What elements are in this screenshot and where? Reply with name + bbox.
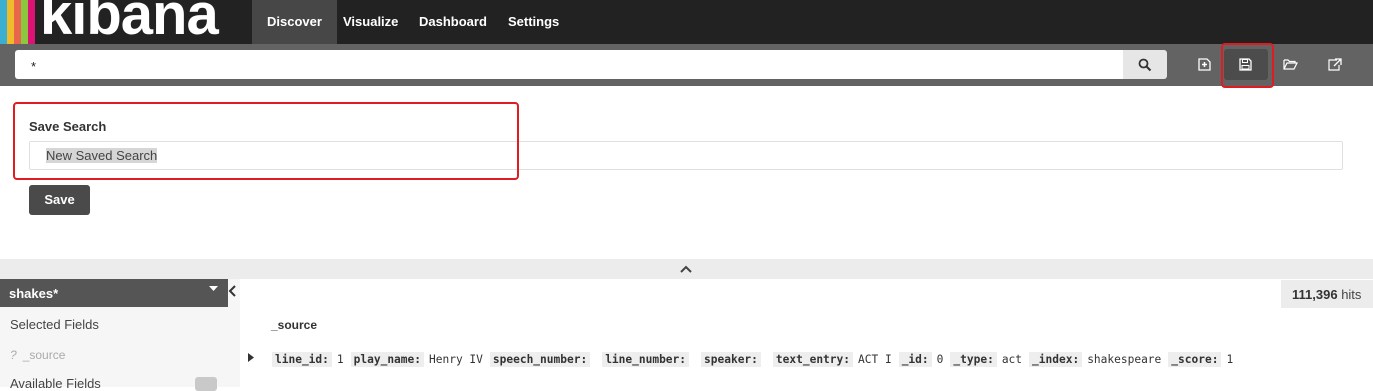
available-fields-heading: Available Fields [10, 376, 101, 391]
source-field-key: _score: [1168, 352, 1222, 367]
source-column-header[interactable]: _source [271, 318, 317, 332]
source-field-value: act [1001, 353, 1023, 366]
field-type-unknown-icon: ? [10, 348, 17, 362]
source-field-key: _index: [1029, 352, 1083, 367]
source-field-value: shakespeare [1087, 353, 1162, 366]
open-search-button[interactable] [1268, 49, 1312, 80]
source-field-pair: _id: 0 [898, 352, 944, 367]
chevron-left-icon[interactable] [228, 285, 238, 297]
chevron-up-icon [680, 265, 692, 273]
new-search-icon [1198, 58, 1211, 71]
source-field-value: ACT I [858, 353, 892, 366]
selected-fields-heading: Selected Fields [10, 317, 99, 332]
source-field-pair: line_id: 1 [272, 352, 344, 367]
index-pattern-label: shakes* [9, 286, 59, 301]
source-field-pair: line_number: [602, 352, 694, 367]
new-search-button[interactable] [1183, 49, 1227, 80]
source-field-pair: _score: 1 [1168, 352, 1234, 367]
hits-label: hits [1341, 287, 1362, 302]
field-name: _source [22, 348, 66, 362]
source-field-key: _type: [950, 352, 997, 367]
save-search-button[interactable] [1224, 49, 1268, 80]
logo-stripe [7, 0, 14, 44]
share-search-button[interactable] [1313, 49, 1357, 80]
field-sidebar: shakes* Selected Fields ? _source Availab… [0, 279, 240, 391]
search-icon [1138, 58, 1152, 72]
open-folder-icon [1283, 59, 1298, 70]
query-bar: * [0, 44, 1373, 86]
source-field-pair: speech_number: [489, 352, 595, 367]
tab-settings[interactable]: Settings [493, 0, 574, 44]
save-button[interactable]: Save [29, 185, 90, 215]
source-field-pair: _type: act [950, 352, 1023, 367]
tab-discover[interactable]: Discover [252, 0, 337, 44]
hits-counter: 111,396 hits [1281, 280, 1373, 308]
source-field-key: speech_number: [489, 352, 591, 367]
source-field-pair: _index: shakespeare [1029, 352, 1162, 367]
field-item-source[interactable]: ? _source [10, 348, 65, 362]
table-row: line_id: 1 play_name: Henry IV speech_number… [272, 352, 1240, 367]
logo-stripe [0, 0, 7, 44]
logo-stripe [21, 0, 28, 44]
source-field-key: text_entry: [772, 352, 853, 367]
kibana-logo[interactable]: kibana [0, 0, 252, 44]
available-fields-toggle[interactable] [195, 377, 217, 391]
source-field-key: play_name: [350, 352, 424, 367]
search-button[interactable] [1123, 50, 1167, 79]
search-query-input[interactable]: * [15, 50, 1123, 79]
tab-dashboard[interactable]: Dashboard [404, 0, 502, 44]
caret-down-icon [209, 286, 218, 291]
logo-stripe [28, 0, 35, 44]
top-navbar: kibana Discover Visualize Dashboard Sett… [0, 0, 1373, 44]
source-field-key: _id: [898, 352, 932, 367]
source-field-key: line_number: [602, 352, 690, 367]
share-icon [1328, 58, 1342, 71]
logo-wordmark: kibana [40, 0, 219, 44]
save-search-name-value: New Saved Search [46, 148, 158, 163]
source-field-pair: speaker: [701, 352, 766, 367]
collapse-panel-bar[interactable] [0, 259, 1373, 279]
tab-visualize[interactable]: Visualize [328, 0, 413, 44]
save-search-name-input[interactable]: New Saved Search [29, 141, 1343, 170]
source-field-value: Henry IV [429, 353, 483, 366]
source-field-key: line_id: [272, 352, 332, 367]
source-field-value: 1 [336, 353, 344, 366]
index-pattern-selector[interactable]: shakes* [0, 279, 228, 307]
source-field-value: 0 [936, 353, 944, 366]
source-field-pair: text_entry: ACT I [772, 352, 892, 367]
source-field-key: speaker: [701, 352, 761, 367]
save-search-title: Save Search [29, 119, 107, 134]
hits-count: 111,396 [1292, 287, 1338, 302]
logo-stripe [14, 0, 21, 44]
save-search-icon [1239, 58, 1252, 71]
expand-row-icon[interactable] [248, 353, 254, 362]
source-field-value: 1 [1226, 353, 1234, 366]
source-field-pair: play_name: Henry IV [350, 352, 483, 367]
